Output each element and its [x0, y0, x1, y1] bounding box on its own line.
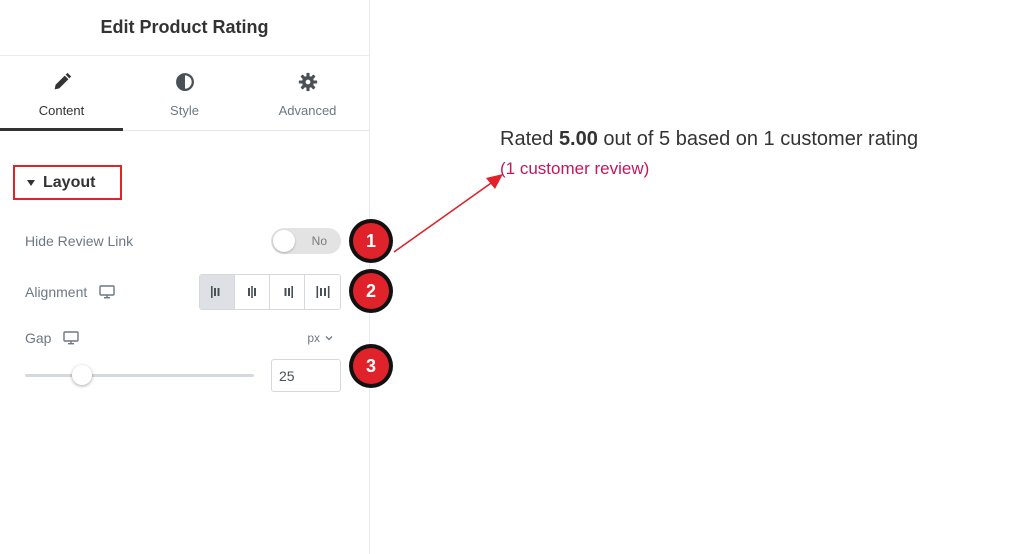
tab-content[interactable]: Content	[0, 56, 123, 131]
gap-row: Gap px	[25, 328, 341, 348]
toggle-state-text: No	[311, 234, 327, 248]
hide-review-link-toggle[interactable]: No	[271, 228, 341, 254]
callout-badge-2: 2	[349, 269, 393, 313]
tab-content-label: Content	[38, 103, 85, 118]
align-left-icon	[211, 286, 220, 298]
half-circle-icon	[175, 73, 194, 91]
chevron-down-icon	[325, 336, 333, 341]
hide-review-link-row: Hide Review Link No	[25, 228, 341, 254]
align-justify-button[interactable]	[305, 275, 340, 309]
align-right-icon	[284, 286, 293, 298]
gap-unit-value: px	[307, 331, 320, 345]
rating-prefix: Rated	[500, 128, 559, 150]
monitor-icon[interactable]	[99, 285, 115, 299]
hide-review-link-label: Hide Review Link	[25, 233, 134, 249]
panel-tabs: Content Style Advanced	[0, 56, 369, 131]
gear-icon	[298, 72, 317, 92]
layout-section-toggle[interactable]: Layout	[13, 165, 122, 200]
gap-label: Gap	[25, 330, 52, 346]
editor-panel: Edit Product Rating Content Style Advanc…	[0, 0, 370, 554]
customer-review-link[interactable]: (1 customer review)	[500, 159, 1020, 179]
gap-slider-track	[25, 374, 254, 377]
rating-summary: Rated 5.00 out of 5 based on 1 customer …	[500, 128, 1020, 151]
gap-slider-handle[interactable]	[72, 365, 93, 385]
callout-badge-2-number: 2	[353, 273, 389, 309]
tab-style[interactable]: Style	[123, 56, 246, 130]
layout-section-title: Layout	[43, 173, 96, 191]
app-root: Edit Product Rating Content Style Advanc…	[0, 0, 1024, 554]
callout-badge-1-number: 1	[353, 223, 389, 259]
gap-unit-select[interactable]: px	[307, 331, 333, 345]
rating-suffix: out of 5 based on 1 customer rating	[597, 128, 919, 150]
align-right-button[interactable]	[270, 275, 305, 309]
callout-badge-3-number: 3	[353, 348, 389, 384]
monitor-icon[interactable]	[63, 331, 80, 345]
pencil-icon	[54, 72, 71, 90]
tab-style-label: Style	[170, 103, 199, 118]
toggle-knob	[273, 230, 295, 252]
align-left-button[interactable]	[200, 275, 235, 309]
align-center-button[interactable]	[235, 275, 270, 309]
alignment-row: Alignment	[25, 274, 341, 310]
rating-preview: Rated 5.00 out of 5 based on 1 customer …	[500, 128, 1020, 179]
gap-slider[interactable]	[25, 365, 254, 385]
alignment-control	[199, 274, 341, 310]
callout-badge-1: 1	[349, 219, 393, 263]
align-center-icon	[248, 286, 256, 298]
panel-header: Edit Product Rating	[0, 0, 369, 56]
alignment-label: Alignment	[25, 284, 88, 300]
panel-title: Edit Product Rating	[100, 17, 269, 37]
caret-down-icon	[27, 179, 35, 186]
align-justify-icon	[316, 286, 329, 298]
gap-input[interactable]	[271, 359, 341, 392]
callout-badge-3: 3	[349, 344, 393, 388]
tab-advanced-label: Advanced	[278, 103, 337, 118]
tab-advanced[interactable]: Advanced	[246, 56, 369, 130]
rating-value: 5.00	[558, 128, 598, 150]
